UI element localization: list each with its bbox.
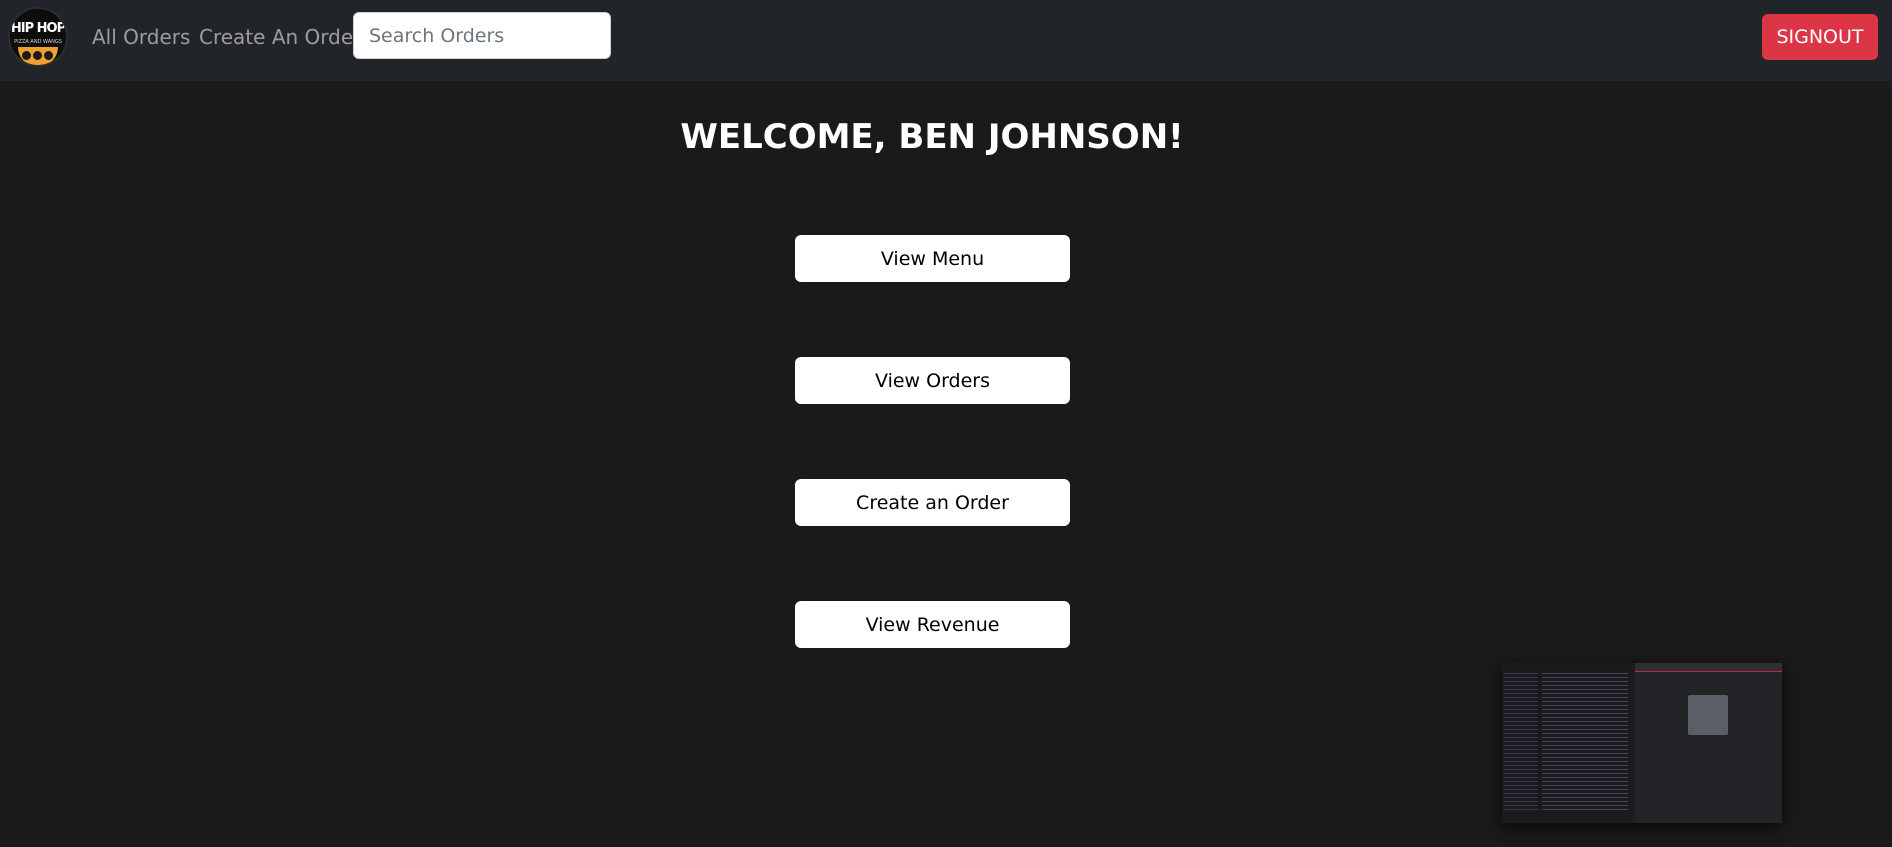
thumbnail-file-tree [1504, 673, 1538, 813]
thumbnail-card [1688, 695, 1728, 735]
thumbnail-code-editor [1502, 663, 1632, 823]
nav-all-orders[interactable]: All Orders [92, 25, 190, 49]
view-menu-button[interactable]: View Menu [795, 235, 1070, 282]
view-orders-button[interactable]: View Orders [795, 357, 1070, 404]
screen-share-thumbnail[interactable] [1502, 663, 1782, 823]
brand-logo[interactable]: HIP HOP PIZZA AND WANGS [8, 7, 68, 67]
welcome-heading: WELCOME, BEN JOHNSON! [680, 117, 1184, 157]
logo-title: HIP HOP [10, 21, 66, 36]
logo-subtitle: PIZZA AND WANGS [14, 39, 62, 45]
thumbnail-browser [1635, 663, 1782, 823]
top-navbar: HIP HOP PIZZA AND WANGS All Orders Creat… [0, 0, 1892, 81]
create-order-button[interactable]: Create an Order [795, 479, 1070, 526]
nav-create-order[interactable]: Create An Order [199, 25, 361, 49]
thumbnail-browser-tabs [1635, 663, 1782, 672]
signout-button[interactable]: SIGNOUT [1762, 14, 1878, 60]
search-orders-input[interactable] [353, 12, 611, 59]
view-revenue-button[interactable]: View Revenue [795, 601, 1070, 648]
pizza-icon [18, 47, 58, 65]
thumbnail-code-lines [1542, 673, 1628, 813]
